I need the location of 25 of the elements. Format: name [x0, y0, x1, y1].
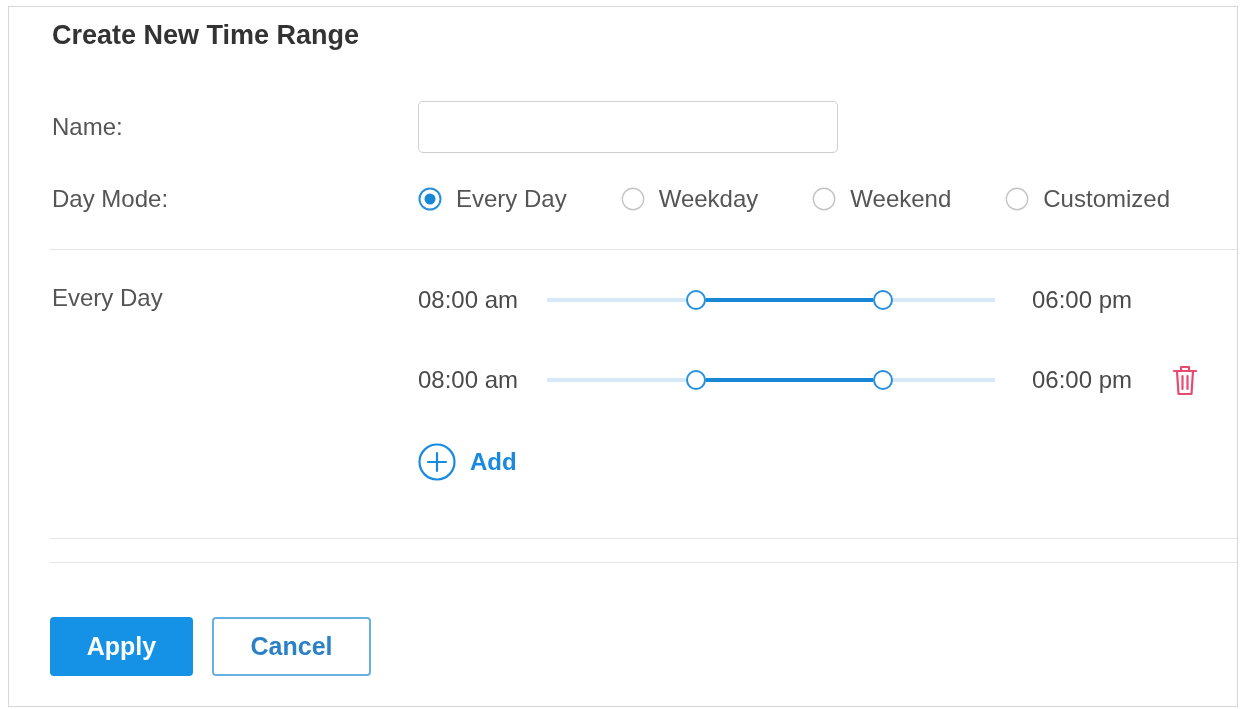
slider-handle[interactable] [873, 370, 893, 390]
slider-handle[interactable] [686, 290, 707, 310]
start-time-label: 08:00 am [418, 365, 520, 395]
radio-option[interactable]: Customized [1005, 184, 1170, 214]
radio-option[interactable]: Weekday [620, 184, 759, 214]
end-time-label: 06:00 pm [1032, 285, 1133, 315]
field-label: Every Day [52, 283, 163, 313]
radio-icon[interactable] [812, 187, 837, 211]
plus-circle-icon [418, 443, 456, 481]
cancel-button[interactable]: Cancel [212, 617, 371, 676]
radio-icon[interactable] [1005, 187, 1030, 211]
start-time-label: 08:00 am [418, 285, 520, 315]
field-label: Name: [52, 112, 123, 142]
add-button[interactable]: Add [418, 442, 517, 482]
slider-handle[interactable] [686, 370, 707, 390]
field-label: Day Mode: [52, 184, 169, 214]
slider-handle[interactable] [873, 290, 893, 310]
name-input-field[interactable] [418, 101, 838, 153]
end-time-label: 06:00 pm [1032, 365, 1133, 395]
radio-option[interactable]: Every Day [418, 184, 567, 214]
trash-icon[interactable] [1172, 364, 1199, 396]
radio-icon[interactable] [620, 187, 645, 211]
radio-option[interactable]: Weekend [812, 184, 952, 214]
radio-selected-icon[interactable] [418, 187, 442, 211]
panel-title: Create New Time Range [52, 19, 360, 51]
